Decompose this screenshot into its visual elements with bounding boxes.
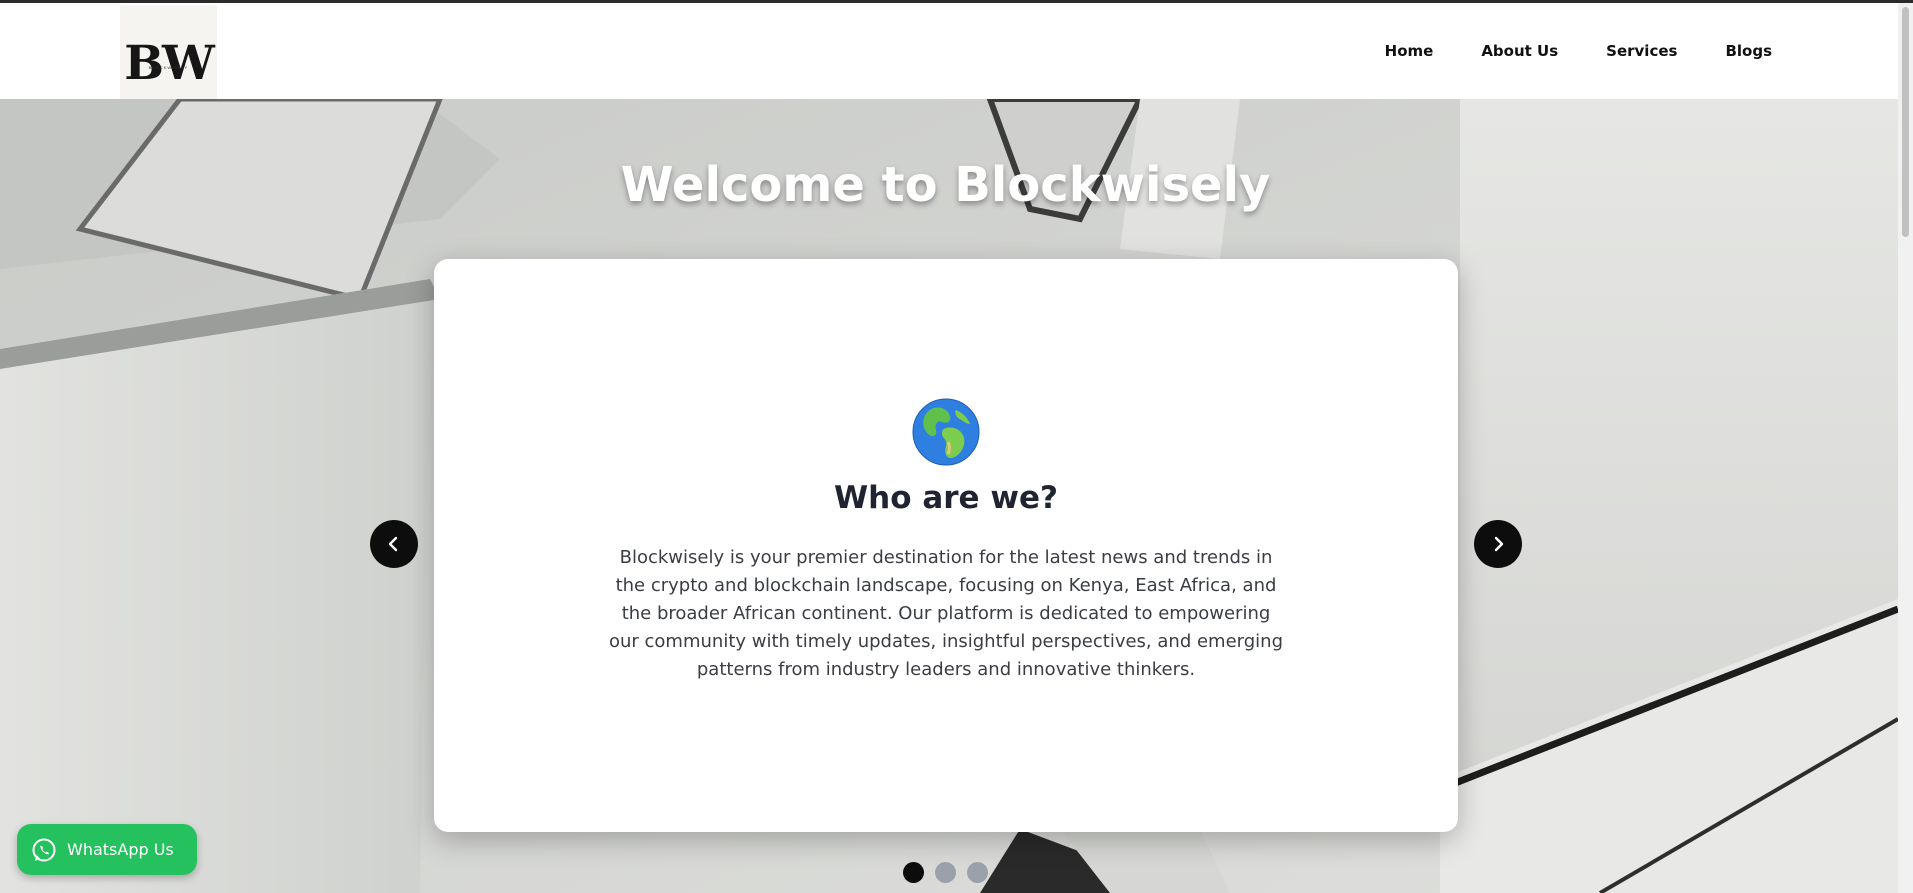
whatsapp-button[interactable]: WhatsApp Us: [17, 824, 197, 875]
hero-title: Welcome to Blockwisely: [620, 157, 1271, 213]
nav-link-blogs[interactable]: Blogs: [1725, 42, 1772, 60]
scrollbar-thumb[interactable]: [1902, 7, 1909, 237]
hero-section: Welcome to Blockwisely Who are we? Block…: [0, 99, 1898, 893]
carousel-dot-3[interactable]: [967, 862, 988, 883]
chevron-left-icon: [388, 536, 398, 552]
carousel-slide-card: Who are we? Blockwisely is your premier …: [434, 259, 1458, 832]
nav-link-services[interactable]: Services: [1606, 42, 1677, 60]
carousel-dot-1[interactable]: [903, 862, 924, 883]
whatsapp-icon: [32, 838, 56, 861]
nav-link-about-us[interactable]: About Us: [1481, 42, 1558, 60]
carousel-indicators: [903, 862, 988, 883]
globe-icon: [912, 398, 980, 466]
chevron-right-icon: [1494, 536, 1504, 552]
logo[interactable]: BW BLOCKWISELY: [120, 5, 217, 99]
whatsapp-label: WhatsApp Us: [67, 840, 174, 859]
slide-description: Blockwisely is your premier destination …: [608, 547, 1283, 680]
page-scrollbar[interactable]: [1898, 3, 1913, 893]
logo-subtext: BLOCKWISELY: [148, 65, 189, 70]
carousel-next-button[interactable]: [1474, 520, 1522, 568]
nav-link-home[interactable]: Home: [1385, 42, 1434, 60]
carousel-dot-2[interactable]: [935, 862, 956, 883]
nav-menu: Home About Us Services Blogs: [1385, 42, 1772, 60]
logo-mark: BW: [124, 36, 215, 91]
navbar: BW BLOCKWISELY Home About Us Services Bl…: [0, 3, 1898, 99]
slide-title: Who are we?: [833, 480, 1059, 516]
carousel-prev-button[interactable]: [370, 520, 418, 568]
